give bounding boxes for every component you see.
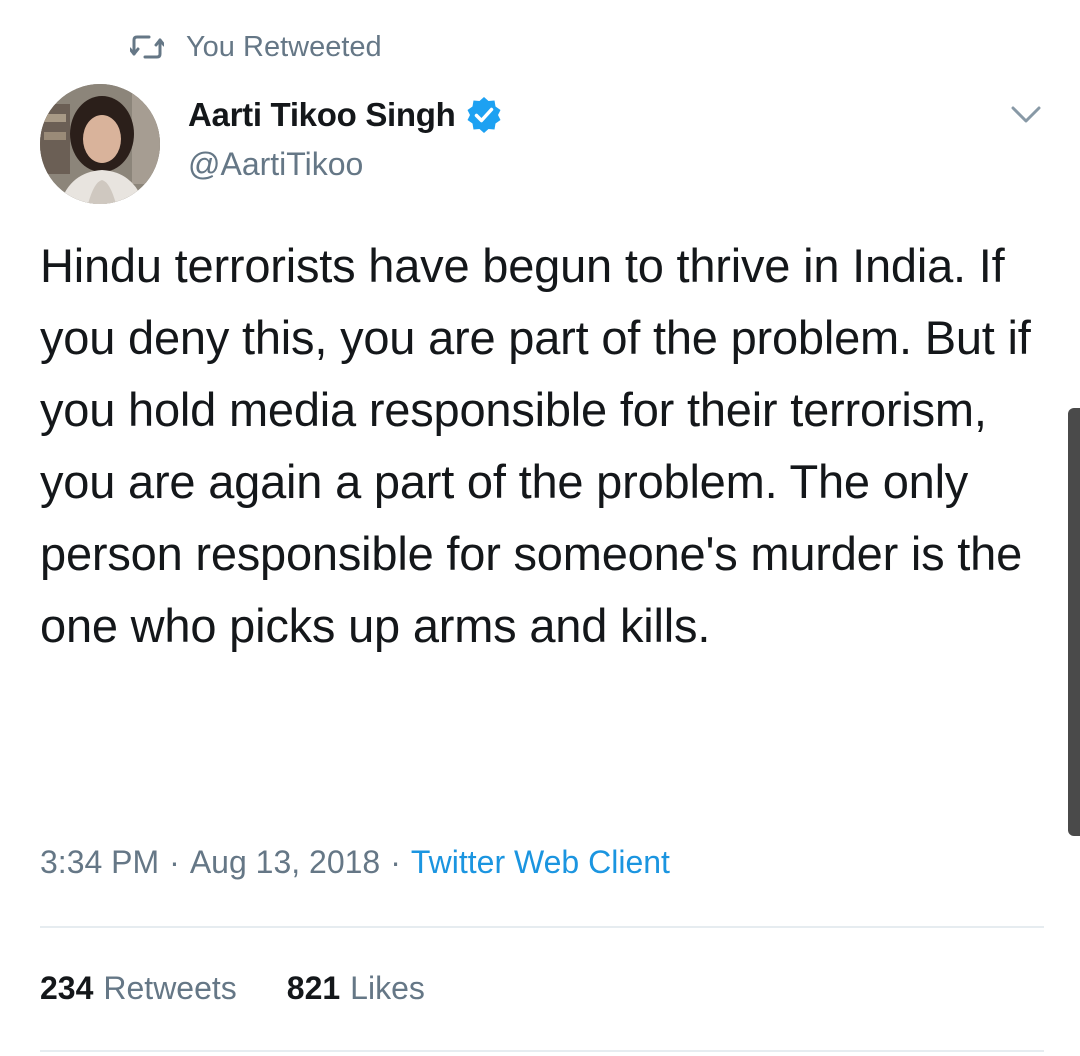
retweets-label: Retweets (103, 970, 237, 1006)
retweets-stat[interactable]: 234 Retweets (40, 970, 237, 1007)
likes-label: Likes (350, 970, 425, 1006)
divider (40, 926, 1044, 928)
meta-separator: · (390, 844, 401, 880)
chevron-down-icon[interactable] (1008, 100, 1044, 128)
author-name-row[interactable]: Aarti Tikoo Singh (188, 96, 503, 134)
tweet-date: Aug 13, 2018 (189, 844, 381, 880)
verified-badge-icon (465, 96, 503, 134)
scrollbar[interactable] (1068, 408, 1080, 836)
meta-separator: · (169, 844, 180, 880)
tweet-time: 3:34 PM (40, 844, 160, 880)
author-handle[interactable]: @AartiTikoo (188, 146, 363, 183)
tweet-source-link[interactable]: Twitter Web Client (411, 844, 670, 881)
tweet-text: Hindu terrorists have begun to thrive in… (40, 239, 1031, 652)
author-avatar[interactable] (40, 84, 160, 204)
retweets-count: 234 (40, 970, 94, 1006)
tweet-metadata: 3:34 PM · Aug 13, 2018 · Twitter Web Cli… (40, 844, 670, 881)
retweet-label: You Retweeted (186, 30, 382, 63)
tweet-stats: 234 Retweets 821 Likes (40, 970, 475, 1007)
author-display-name[interactable]: Aarti Tikoo Singh (188, 96, 456, 134)
likes-stat[interactable]: 821 Likes (287, 970, 425, 1007)
retweet-context: You Retweeted (128, 28, 382, 66)
divider (40, 1050, 1044, 1052)
likes-count: 821 (286, 970, 341, 1006)
retweet-icon (128, 34, 166, 60)
